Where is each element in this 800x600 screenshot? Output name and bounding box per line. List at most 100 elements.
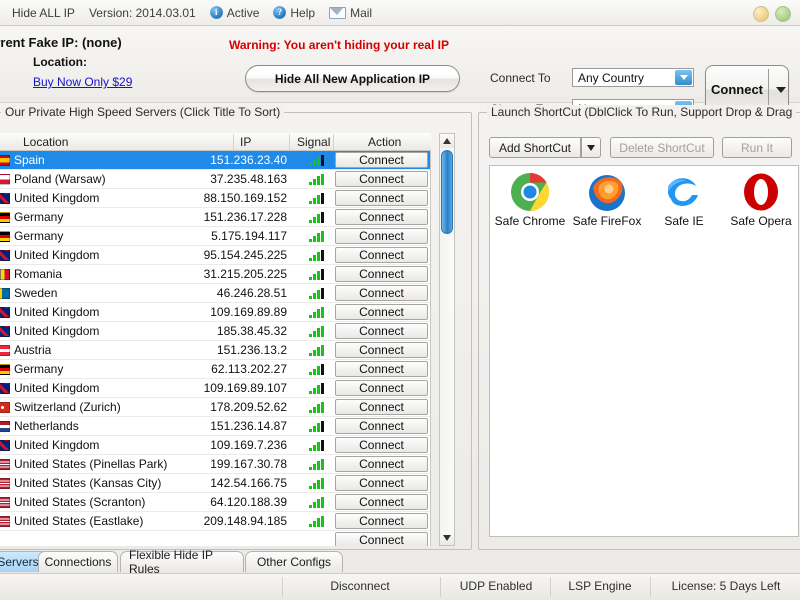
table-row[interactable]: Germany 151.236.17.228 Connect bbox=[0, 208, 430, 227]
cell-ip: 64.120.188.39 bbox=[210, 495, 287, 509]
server-list[interactable]: Spain 151.236.23.40 Connect Poland (Warsaw)… bbox=[0, 151, 431, 546]
table-row[interactable]: United Kingdom 88.150.169.152 Connect bbox=[0, 189, 430, 208]
signal-strength-icon bbox=[309, 364, 325, 375]
row-connect-button[interactable]: Connect bbox=[335, 209, 428, 225]
table-row[interactable]: United States (Eastlake) 209.148.94.185 Co… bbox=[0, 512, 430, 531]
signal-strength-icon bbox=[309, 497, 325, 508]
signal-bar bbox=[321, 440, 324, 451]
signal-bar bbox=[317, 309, 320, 318]
table-row[interactable]: United Kingdom 95.154.245.225 Connect bbox=[0, 246, 430, 265]
signal-strength-icon bbox=[309, 459, 325, 470]
row-connect-button[interactable]: Connect bbox=[335, 361, 428, 377]
row-connect-button[interactable]: Connect bbox=[335, 247, 428, 263]
help-menu-item[interactable]: ? Help bbox=[273, 6, 315, 20]
signal-bar bbox=[309, 448, 312, 451]
row-connect-button[interactable]: Connect bbox=[335, 171, 428, 187]
flag-icon-gb bbox=[0, 326, 10, 337]
row-connect-button[interactable]: Connect bbox=[335, 190, 428, 206]
column-header-location[interactable]: Location bbox=[23, 135, 68, 149]
signal-bar bbox=[321, 383, 324, 394]
cell-location: United Kingdom bbox=[14, 305, 100, 319]
chevron-down-icon[interactable] bbox=[776, 87, 786, 93]
cell-location: Poland (Warsaw) bbox=[14, 172, 106, 186]
row-connect-button[interactable]: Connect bbox=[335, 475, 428, 491]
table-row[interactable]: Poland (Warsaw) 37.235.48.163 Connect bbox=[0, 170, 430, 189]
row-connect-button[interactable]: Connect bbox=[335, 285, 428, 301]
add-shortcut-button[interactable]: Add ShortCut bbox=[489, 137, 581, 158]
row-connect-button[interactable]: Connect bbox=[335, 494, 428, 510]
status-engine: LSP Engine bbox=[568, 579, 632, 593]
signal-bar bbox=[309, 524, 312, 527]
row-connect-button[interactable]: Connect bbox=[335, 342, 428, 358]
table-row[interactable]: Switzerland (Zurich) 178.209.52.62 Connect bbox=[0, 398, 430, 417]
mail-menu-item[interactable]: Mail bbox=[329, 6, 372, 20]
table-row[interactable]: Germany 5.175.194.117 Connect bbox=[0, 227, 430, 246]
table-row[interactable]: United States (Pinellas Park) 199.167.30.… bbox=[0, 455, 430, 474]
table-row[interactable]: United Kingdom 109.169.89.89 Connect bbox=[0, 303, 430, 322]
table-row[interactable]: United Kingdom 185.38.45.32 Connect bbox=[0, 322, 430, 341]
table-row[interactable]: Romania 31.215.205.225 Connect bbox=[0, 265, 430, 284]
chevron-down-icon[interactable] bbox=[675, 70, 692, 85]
tab-connections[interactable]: Connections bbox=[38, 551, 118, 572]
shortcut-item[interactable]: Safe Opera bbox=[725, 172, 797, 228]
signal-bar bbox=[317, 195, 320, 204]
tab-other-configs[interactable]: Other Configs bbox=[245, 551, 343, 572]
row-connect-button[interactable]: Connect bbox=[335, 399, 428, 415]
row-connect-button[interactable]: Connect bbox=[335, 266, 428, 282]
delete-shortcut-button[interactable]: Delete ShortCut bbox=[610, 137, 714, 158]
row-connect-button[interactable]: Connect bbox=[335, 380, 428, 396]
row-connect-button[interactable]: Connect bbox=[335, 418, 428, 434]
row-connect-button[interactable]: Connect bbox=[335, 228, 428, 244]
shortcut-item[interactable]: Safe FireFox bbox=[571, 172, 643, 228]
signal-bar bbox=[309, 163, 312, 166]
table-row[interactable]: Austria 151.236.13.2 Connect bbox=[0, 341, 430, 360]
table-row[interactable]: Spain 151.236.23.40 Connect bbox=[0, 151, 430, 170]
signal-bar bbox=[321, 326, 324, 337]
row-connect-button[interactable]: Connect bbox=[335, 304, 428, 320]
column-header-action[interactable]: Action bbox=[368, 135, 401, 149]
server-list-scrollbar[interactable] bbox=[439, 133, 455, 546]
row-connect-button[interactable]: Connect bbox=[335, 456, 428, 472]
shortcut-item[interactable]: Safe IE bbox=[648, 172, 720, 228]
signal-bar bbox=[317, 214, 320, 223]
signal-strength-icon bbox=[309, 250, 325, 261]
buy-now-link[interactable]: Buy Now Only $29 bbox=[33, 75, 132, 89]
scroll-down-icon[interactable] bbox=[440, 531, 454, 545]
row-connect-button[interactable]: Connect bbox=[335, 532, 428, 546]
close-button[interactable] bbox=[775, 6, 791, 22]
scrollbar-thumb[interactable] bbox=[441, 150, 453, 234]
row-connect-button[interactable]: Connect bbox=[335, 513, 428, 529]
cell-ip: 46.246.28.51 bbox=[216, 286, 287, 300]
divider bbox=[650, 577, 651, 597]
signal-bar bbox=[313, 179, 316, 185]
signal-bar bbox=[313, 464, 316, 470]
flag-icon-us bbox=[0, 478, 10, 489]
table-row[interactable]: Connect bbox=[0, 531, 430, 546]
active-menu-item[interactable]: i Active bbox=[209, 6, 259, 20]
hide-all-new-application-ip-button[interactable]: Hide All New Application IP bbox=[245, 65, 460, 92]
table-row[interactable]: United Kingdom 109.169.7.236 Connect bbox=[0, 436, 430, 455]
row-connect-button[interactable]: Connect bbox=[335, 152, 428, 168]
window-buttons bbox=[753, 6, 791, 22]
minimize-button[interactable] bbox=[753, 6, 769, 22]
table-row[interactable]: Netherlands 151.236.14.87 Connect bbox=[0, 417, 430, 436]
tab-flexible-hide-ip-rules[interactable]: Flexible Hide IP Rules bbox=[120, 548, 244, 576]
column-header-ip[interactable]: IP bbox=[240, 135, 251, 149]
shortcut-label: Safe FireFox bbox=[572, 214, 642, 228]
connect-to-select[interactable]: Any Country bbox=[572, 68, 694, 87]
shortcut-area[interactable]: Safe Chrome Safe FireFox Safe IE Safe Opera bbox=[489, 165, 799, 537]
row-connect-button[interactable]: Connect bbox=[335, 323, 428, 339]
table-row[interactable]: United States (Kansas City) 142.54.166.75… bbox=[0, 474, 430, 493]
table-row[interactable]: Germany 62.113.202.27 Connect bbox=[0, 360, 430, 379]
shortcut-item[interactable]: Safe Chrome bbox=[494, 172, 566, 228]
add-shortcut-dropdown-icon[interactable] bbox=[581, 137, 601, 158]
divider bbox=[768, 69, 769, 110]
table-row[interactable]: Sweden 46.246.28.51 Connect bbox=[0, 284, 430, 303]
scroll-up-icon[interactable] bbox=[440, 134, 454, 148]
row-connect-button[interactable]: Connect bbox=[335, 437, 428, 453]
run-it-button[interactable]: Run It bbox=[722, 137, 792, 158]
column-header-signal[interactable]: Signal bbox=[297, 135, 330, 149]
table-row[interactable]: United States (Scranton) 64.120.188.39 Con… bbox=[0, 493, 430, 512]
cell-location: Romania bbox=[14, 267, 63, 281]
table-row[interactable]: United Kingdom 109.169.89.107 Connect bbox=[0, 379, 430, 398]
